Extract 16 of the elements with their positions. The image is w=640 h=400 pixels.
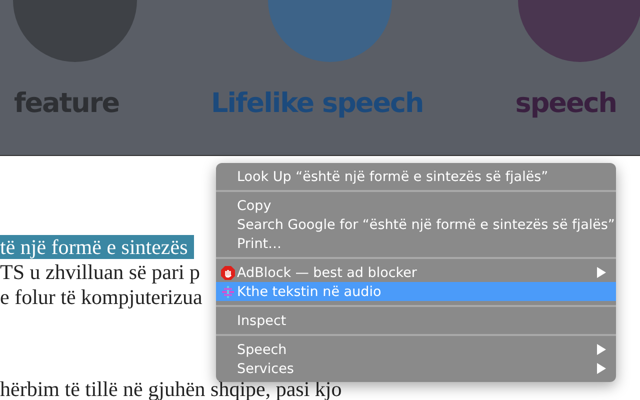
menu-item[interactable]: Inspect	[216, 311, 616, 330]
menu-item[interactable]: Print…	[216, 234, 616, 253]
menu-item[interactable]: Search Google for “është një formë e sintezës së fjalës”	[216, 215, 616, 234]
menu-item[interactable]: Copy	[216, 196, 616, 215]
menu-item[interactable]: AdBlock — best ad blocker	[216, 263, 616, 282]
equalizer-icon	[221, 284, 235, 298]
stop-hand-icon	[221, 266, 235, 280]
menu-item[interactable]: Look Up “është një formë e sintezës së fjalës”	[216, 167, 616, 186]
menu-item[interactable]: Kthe tekstin në audio	[216, 282, 616, 301]
article-text: e folur të kompjuterizua	[0, 285, 202, 309]
menu-item[interactable]: Services	[216, 359, 616, 378]
illustration-label: speech	[515, 87, 617, 121]
menu-item[interactable]: Speech	[216, 340, 616, 359]
illustration-label: Lifelike speech	[211, 87, 424, 121]
article-text: TS u zhvilluan së pari p	[0, 260, 200, 284]
selected-text: të një formë e sintezës	[0, 235, 194, 259]
